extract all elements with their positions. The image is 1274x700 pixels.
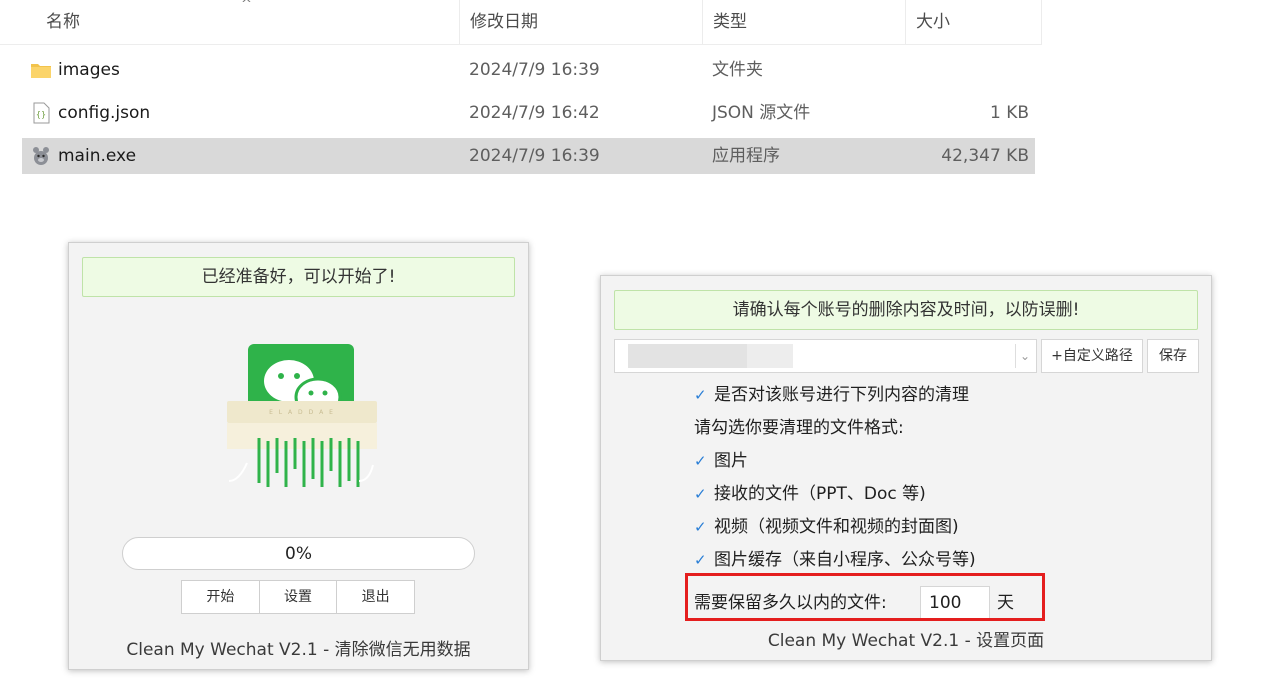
file-date: 2024/7/9 16:39: [469, 60, 600, 80]
option-clean-account[interactable]: ✓ 是否对该账号进行下列内容的清理: [694, 384, 969, 406]
account-select[interactable]: ⌄: [614, 339, 1037, 373]
checkmark-icon[interactable]: ✓: [694, 384, 714, 406]
warning-banner: 请确认每个账号的删除内容及时间，以防误删!: [614, 290, 1198, 330]
checkmark-icon[interactable]: ✓: [694, 516, 714, 538]
save-button[interactable]: 保存: [1147, 339, 1199, 373]
option-images[interactable]: ✓ 图片: [694, 450, 748, 472]
wechat-shredder-icon: E L A D D A E: [227, 344, 377, 487]
file-name: images: [58, 60, 120, 80]
file-type: 文件夹: [712, 60, 763, 80]
option-image-cache[interactable]: ✓ 图片缓存（来自小程序、公众号等): [694, 549, 976, 571]
file-name: config.json: [58, 103, 151, 123]
file-row-config-json[interactable]: {} config.json 2024/7/9 16:42 JSON 源文件 1…: [22, 95, 1035, 131]
start-button[interactable]: 开始: [181, 580, 260, 614]
checkmark-icon[interactable]: ✓: [694, 549, 714, 571]
main-app-window: 已经准备好，可以开始了! E L A D D A E 0% 开始 设置 退出 C…: [68, 242, 529, 670]
json-file-icon: {}: [33, 102, 50, 124]
progress-bar: 0%: [122, 537, 475, 570]
exit-button[interactable]: 退出: [336, 580, 416, 614]
file-size: 1 KB: [989, 103, 1029, 123]
option-videos[interactable]: ✓ 视频（视频文件和视频的封面图): [694, 516, 959, 538]
file-type: 应用程序: [712, 146, 780, 166]
app-footer-title: Clean My Wechat V2.1 - 清除微信无用数据: [126, 640, 471, 660]
custom-path-button[interactable]: +自定义路径: [1041, 339, 1143, 373]
file-explorer: 名称 ^ 修改日期 类型 大小 images 2024/7/9 16:39 文件…: [0, 0, 1274, 190]
folder-icon: [31, 64, 51, 78]
chevron-down-icon[interactable]: ⌄: [1020, 344, 1030, 368]
action-button-group: 开始 设置 退出: [181, 580, 416, 614]
svg-text:{}: {}: [36, 110, 46, 119]
progress-label: 0%: [285, 544, 312, 564]
column-header-row: 名称 ^ 修改日期 类型 大小: [0, 0, 1042, 45]
file-date: 2024/7/9 16:39: [469, 146, 600, 166]
status-banner: 已经准备好，可以开始了!: [82, 257, 515, 297]
file-row-main-exe[interactable]: main.exe 2024/7/9 16:39 应用程序 42,347 KB: [22, 138, 1035, 174]
option-received-files[interactable]: ✓ 接收的文件（PPT、Doc 等): [694, 483, 926, 505]
settings-button[interactable]: 设置: [258, 580, 338, 614]
svg-text:E L A D D A E: E L A D D A E: [269, 409, 335, 416]
settings-footer-title: Clean My Wechat V2.1 - 设置页面: [767, 631, 1045, 651]
checkmark-icon[interactable]: ✓: [694, 483, 714, 505]
file-name: main.exe: [58, 146, 137, 166]
checkmark-icon[interactable]: ✓: [694, 450, 714, 472]
column-header-date[interactable]: 修改日期: [460, 0, 703, 44]
sort-ascending-icon: ^: [241, 0, 252, 12]
file-format-heading: 请勾选你要清理的文件格式:: [694, 418, 904, 438]
file-type: JSON 源文件: [712, 103, 811, 123]
column-header-type[interactable]: 类型: [703, 0, 906, 44]
column-header-size[interactable]: 大小: [906, 0, 1042, 44]
file-row-images[interactable]: images 2024/7/9 16:39 文件夹: [22, 52, 1035, 88]
file-date: 2024/7/9 16:42: [469, 103, 600, 123]
file-size: 42,347 KB: [941, 146, 1029, 166]
app-icon: [33, 147, 49, 165]
select-divider: [1015, 344, 1016, 368]
account-name-redacted: [628, 344, 793, 368]
highlight-box: [685, 573, 1045, 621]
